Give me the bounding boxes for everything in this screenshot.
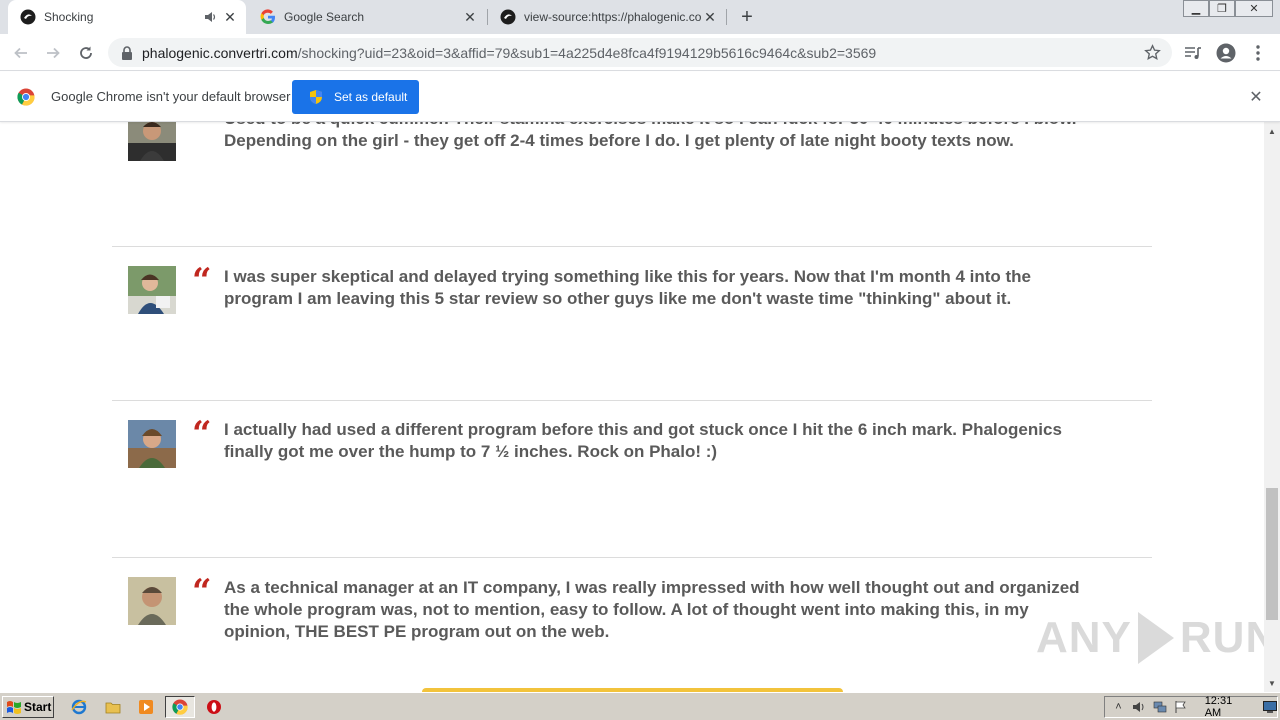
quote-mark-icon: “	[192, 572, 212, 612]
url-host: phalogenic.convertri.com	[142, 44, 298, 61]
reviewer-avatar	[128, 122, 176, 161]
review-divider	[112, 557, 1152, 558]
system-tray: ˄ 12:31 AM	[1104, 695, 1278, 719]
review-item: “ I actually had used a different progra…	[112, 414, 1152, 549]
page-content: “ Used to be a quick cummer. Their stami…	[0, 122, 1264, 692]
close-tab-icon[interactable]: ✕	[702, 9, 718, 25]
media-player-icon[interactable]	[137, 698, 155, 716]
scrollbar-thumb[interactable]	[1266, 488, 1278, 620]
review-text: I actually had used a different program …	[224, 420, 1062, 461]
reload-button[interactable]	[72, 39, 100, 67]
profile-avatar-icon[interactable]	[1215, 42, 1237, 64]
url-path: /shocking?uid=23&oid=3&affid=79&sub1=4a2…	[297, 44, 877, 61]
page-scrollbar[interactable]: ▲ ▼	[1264, 122, 1280, 692]
back-arrow-icon	[14, 47, 27, 59]
close-tab-icon[interactable]: ✕	[222, 9, 238, 25]
url-text: phalogenic.convertri.com/shocking?uid=23…	[142, 45, 1142, 61]
site-favicon-icon	[20, 9, 36, 25]
windows-taskbar: Start ˄ 12:31 AM	[0, 692, 1280, 720]
taskbar-clock[interactable]: 12:31 AM	[1205, 695, 1248, 719]
back-button[interactable]	[7, 39, 35, 67]
review-divider	[112, 246, 1152, 247]
address-bar[interactable]: phalogenic.convertri.com/shocking?uid=23…	[108, 38, 1172, 67]
reviewer-avatar	[128, 266, 176, 314]
menu-kebab-icon[interactable]	[1247, 42, 1269, 64]
minimize-button[interactable]: ▁	[1183, 0, 1209, 17]
reviewer-avatar	[128, 577, 176, 625]
review-item: “ I was super skeptical and delayed tryi…	[112, 261, 1152, 396]
review-item: “ Used to be a quick cummer. Their stami…	[112, 122, 1152, 238]
watermark-left-text: ANY	[1036, 613, 1132, 662]
opera-icon[interactable]	[205, 698, 223, 716]
review-divider	[112, 400, 1152, 401]
chrome-icon	[172, 699, 188, 715]
tab-title: Google Search	[284, 10, 365, 24]
set-as-default-label: Set as default	[334, 90, 408, 104]
scroll-down-arrow-icon[interactable]: ▼	[1264, 676, 1280, 690]
chrome-logo-icon	[17, 88, 35, 106]
forward-arrow-icon	[47, 47, 60, 59]
reload-icon	[80, 46, 92, 59]
watermark-right-text: RUN	[1179, 613, 1264, 662]
set-as-default-button[interactable]: Set as default	[292, 80, 419, 114]
close-tab-icon[interactable]: ✕	[462, 9, 478, 25]
infobar-close-icon[interactable]: ✕	[1248, 89, 1264, 106]
default-browser-infobar: Google Chrome isn't your default browser…	[0, 72, 1280, 122]
window-close-button[interactable]: ✕	[1235, 0, 1273, 17]
restore-button[interactable]: ❐	[1209, 0, 1235, 17]
action-center-flag-icon[interactable]	[1174, 699, 1189, 715]
tab-shocking[interactable]: Shocking ✕	[8, 0, 246, 34]
start-button[interactable]: Start	[2, 696, 54, 718]
play-icon	[1137, 612, 1174, 664]
tab-title: view-source:https://phalogenic.con	[524, 10, 702, 24]
volume-icon[interactable]	[1132, 699, 1147, 715]
new-tab-button[interactable]: +	[737, 6, 757, 28]
anyrun-watermark: ANY RUN	[1036, 612, 1264, 664]
network-icon[interactable]	[1153, 699, 1168, 715]
review-text: As a technical manager at an IT company,…	[224, 578, 1080, 641]
forward-button[interactable]	[39, 39, 67, 67]
internet-explorer-icon[interactable]	[70, 698, 88, 716]
windows-flag-icon	[7, 701, 21, 714]
quote-mark-icon: “	[192, 414, 212, 454]
quote-mark-icon: “	[192, 122, 212, 143]
speaker-icon[interactable]	[202, 9, 218, 25]
tab-google-search[interactable]: Google Search ✕	[248, 0, 486, 34]
review-text: Used to be a quick cummer. Their stamina…	[224, 122, 1077, 150]
tab-strip: Shocking ✕ Google Search ✕ view-source:h…	[0, 0, 1280, 34]
bookmark-star-icon[interactable]	[1142, 43, 1162, 63]
review-text: I was super skeptical and delayed trying…	[224, 267, 1031, 308]
tab-view-source[interactable]: view-source:https://phalogenic.con ✕	[488, 0, 726, 34]
site-favicon-icon	[500, 9, 516, 25]
media-controls-icon[interactable]	[1182, 42, 1204, 64]
quote-mark-icon: “	[192, 261, 212, 301]
folder-icon[interactable]	[104, 698, 122, 716]
tab-title: Shocking	[44, 10, 94, 24]
chrome-taskbar-button[interactable]	[165, 696, 195, 718]
browser-toolbar: phalogenic.convertri.com/shocking?uid=23…	[0, 34, 1280, 71]
tray-expand-icon[interactable]: ˄	[1111, 699, 1126, 715]
infobar-message: Google Chrome isn't your default browser	[51, 89, 291, 104]
reviewer-avatar	[128, 420, 176, 468]
lock-icon[interactable]	[120, 45, 134, 60]
review-item: “ As a technical manager at an IT compan…	[112, 572, 1152, 677]
google-icon	[260, 9, 276, 25]
scroll-up-arrow-icon[interactable]: ▲	[1264, 124, 1280, 138]
show-desktop-icon[interactable]	[1262, 699, 1277, 715]
start-label: Start	[24, 700, 52, 714]
tab-separator	[726, 9, 727, 25]
shield-icon	[310, 90, 322, 104]
